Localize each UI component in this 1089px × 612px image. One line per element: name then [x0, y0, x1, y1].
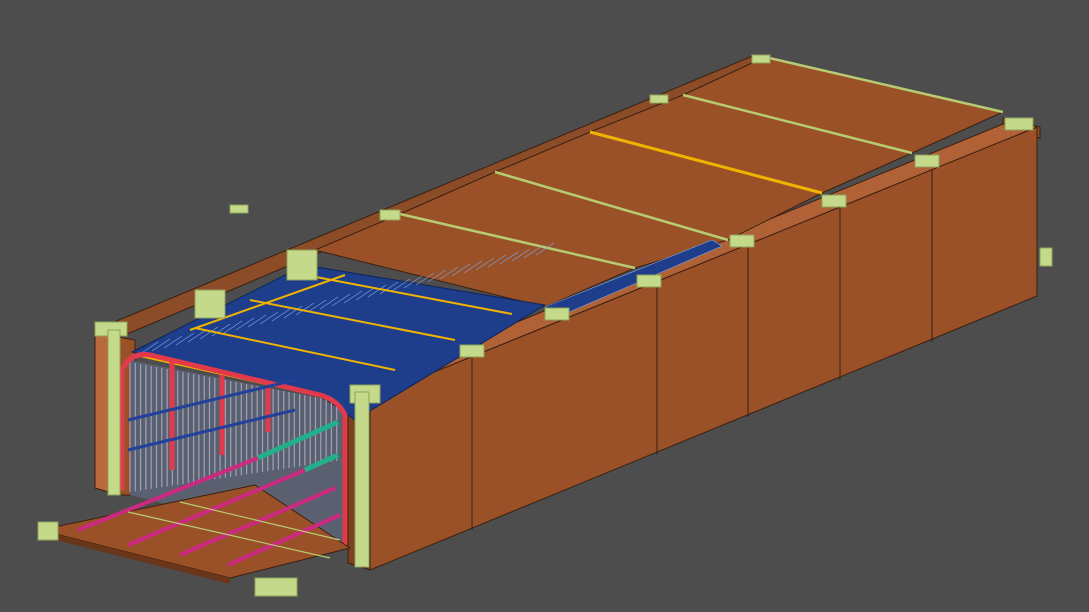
post-cap: [544, 307, 570, 321]
post-cap: [649, 94, 669, 104]
post-cap: [37, 521, 59, 541]
post-cap: [821, 194, 847, 208]
3d-model-viewport[interactable]: [0, 0, 1089, 612]
model-render[interactable]: [0, 0, 1089, 612]
post-cap: [286, 249, 318, 281]
post-cap: [229, 204, 249, 214]
corner-post: [107, 329, 121, 496]
post-cap: [194, 289, 226, 319]
post-cap: [254, 577, 298, 597]
post-cap: [914, 154, 940, 168]
post-cap: [636, 274, 662, 288]
post-cap: [751, 54, 771, 64]
post-cap: [1004, 117, 1034, 131]
post-cap: [459, 344, 485, 358]
post-cap: [1039, 247, 1053, 267]
post-cap: [729, 234, 755, 248]
post-cap: [379, 209, 401, 221]
corner-post: [354, 391, 370, 568]
